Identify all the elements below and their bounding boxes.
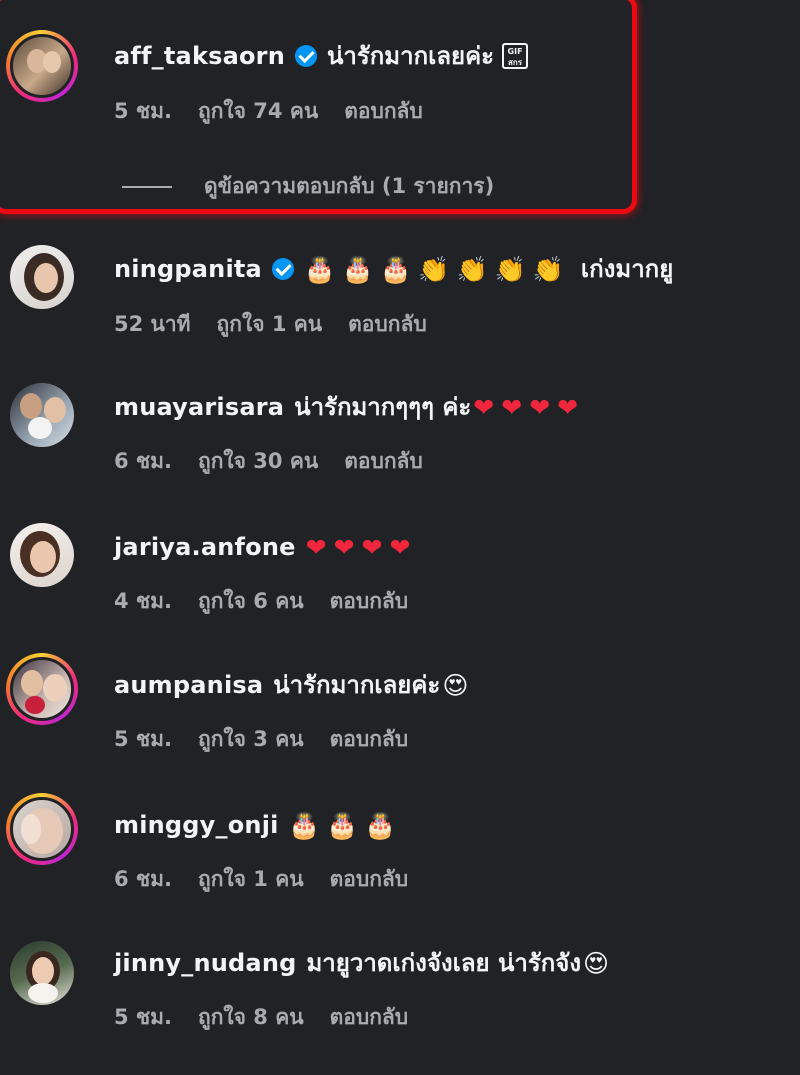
view-replies-label: ดูข้อความตอบกลับ (1 รายการ) xyxy=(204,174,495,198)
reply-button[interactable]: ตอบกลับ xyxy=(348,308,427,341)
clapping-hands-icon: 👏 xyxy=(532,254,564,284)
clapping-hands-icon: 👏 xyxy=(494,254,526,284)
comment-text: เก่งมากยู xyxy=(580,255,674,283)
divider xyxy=(122,185,172,188)
emoji-group: ❤ ❤ ❤ ❤ xyxy=(473,395,585,420)
comment-likes[interactable]: ถูกใจ 1 คน xyxy=(217,308,323,341)
comment-text: น่ารักมากๆๆๆ ค่ะ xyxy=(294,393,472,421)
birthday-cake-icon: 🎂 xyxy=(342,254,374,284)
birthday-cake-icon: 🎂 xyxy=(364,810,396,840)
red-heart-icon: ❤ xyxy=(389,532,411,562)
emoji-group: 😍 xyxy=(583,951,616,976)
comment-time: 52 นาที xyxy=(114,312,191,336)
comment-time: 6 ชม. xyxy=(114,449,172,473)
reply-button[interactable]: ตอบกลับ xyxy=(330,723,409,756)
red-heart-icon: ❤ xyxy=(473,392,495,422)
view-replies-button[interactable]: ดูข้อความตอบกลับ (1 รายการ) xyxy=(122,170,494,203)
heart-eyes-icon: 😍 xyxy=(583,948,610,978)
emoji-group: 😍 xyxy=(442,673,475,698)
red-heart-icon: ❤ xyxy=(361,532,383,562)
heart-eyes-icon: 😍 xyxy=(442,670,469,700)
comment-username[interactable]: ningpanita xyxy=(114,253,262,285)
red-heart-icon: ❤ xyxy=(305,532,327,562)
comment-item: ningpanita 🎂 🎂 🎂 👏 👏 👏 👏 เก่งมากยู 52 นา… xyxy=(0,245,800,355)
comment-item: jariya.anfone ❤ ❤ ❤ ❤ 4 ชม. ถูกใจ 6 คน ต… xyxy=(0,523,800,635)
comment-item: minggy_onji 🎂 🎂 🎂 6 ชม. ถูกใจ 1 คน ตอบกล… xyxy=(0,793,800,915)
reply-button[interactable]: ตอบกลับ xyxy=(330,863,409,896)
comment-likes[interactable]: ถูกใจ 1 คน xyxy=(198,863,304,896)
comment-username[interactable]: minggy_onji xyxy=(114,809,279,841)
reply-button[interactable]: ตอบกลับ xyxy=(330,1001,409,1034)
clapping-hands-icon: 👏 xyxy=(456,254,488,284)
comment-text: น่ารักมากเลยค่ะ xyxy=(273,671,441,699)
avatar[interactable] xyxy=(6,653,78,725)
comment-time: 5 ชม. xyxy=(114,727,172,751)
comment-likes[interactable]: ถูกใจ 74 คน xyxy=(198,95,318,128)
comment-likes[interactable]: ถูกใจ 30 คน xyxy=(198,445,318,478)
avatar[interactable] xyxy=(6,937,78,1009)
red-heart-icon: ❤ xyxy=(501,392,523,422)
red-heart-icon: ❤ xyxy=(557,392,579,422)
comment-time: 4 ชม. xyxy=(114,589,172,613)
emoji-group: 🎂 🎂 🎂 xyxy=(289,813,403,838)
avatar[interactable] xyxy=(6,519,78,591)
birthday-cake-icon: 🎂 xyxy=(303,254,336,284)
comment-username[interactable]: aff_taksaorn xyxy=(114,40,285,72)
comment-text: มายูวาดเก่งจังเลย น่ารักจัง xyxy=(306,949,582,977)
emoji-group: 🎂 🎂 🎂 👏 👏 👏 👏 xyxy=(304,257,571,282)
comment-text: น่ารักมากเลยค่ะ xyxy=(327,42,495,70)
emoji-group: ❤ ❤ ❤ ❤ xyxy=(306,535,418,560)
reply-button[interactable]: ตอบกลับ xyxy=(344,445,423,478)
birthday-cake-icon: 🎂 xyxy=(288,810,320,840)
comment-username[interactable]: muayarisara xyxy=(114,391,284,423)
reply-button[interactable]: ตอบกลับ xyxy=(344,95,423,128)
avatar[interactable] xyxy=(6,241,78,313)
comment-likes[interactable]: ถูกใจ 8 คน xyxy=(198,1001,304,1034)
comment-item: aff_taksaorn น่ารักมากเลยค่ะ GIF สกร 5 ชม… xyxy=(0,0,800,123)
comment-username[interactable]: jariya.anfone xyxy=(114,531,296,563)
comment-username[interactable]: jinny_nudang xyxy=(114,947,296,979)
comment-item: aumpanisa น่ารักมากเลยค่ะ 😍 5 ชม. ถูกใจ … xyxy=(0,653,800,775)
gif-sticker-icon: GIF สกร xyxy=(502,43,529,69)
comment-username[interactable]: aumpanisa xyxy=(114,669,263,701)
comment-item: jinny_nudang มายูวาดเก่งจังเลย น่ารักจัง… xyxy=(0,941,800,1055)
comment-time: 5 ชม. xyxy=(114,99,172,123)
avatar[interactable] xyxy=(6,379,78,451)
birthday-cake-icon: 🎂 xyxy=(326,810,358,840)
comment-likes[interactable]: ถูกใจ 6 คน xyxy=(198,585,304,618)
verified-badge-icon xyxy=(271,258,294,280)
comment-item: muayarisara น่ารักมากๆๆๆ ค่ะ ❤ ❤ ❤ ❤ 6 ช… xyxy=(0,383,800,495)
clapping-hands-icon: 👏 xyxy=(418,254,450,284)
comment-time: 5 ชม. xyxy=(114,1005,172,1029)
avatar[interactable] xyxy=(6,30,78,102)
verified-badge-icon xyxy=(295,45,317,67)
reply-button[interactable]: ตอบกลับ xyxy=(330,585,409,618)
red-heart-icon: ❤ xyxy=(529,392,551,422)
comment-time: 6 ชม. xyxy=(114,867,172,891)
red-heart-icon: ❤ xyxy=(333,532,355,562)
avatar[interactable] xyxy=(6,793,78,865)
comment-likes[interactable]: ถูกใจ 3 คน xyxy=(198,723,304,756)
birthday-cake-icon: 🎂 xyxy=(380,254,412,284)
